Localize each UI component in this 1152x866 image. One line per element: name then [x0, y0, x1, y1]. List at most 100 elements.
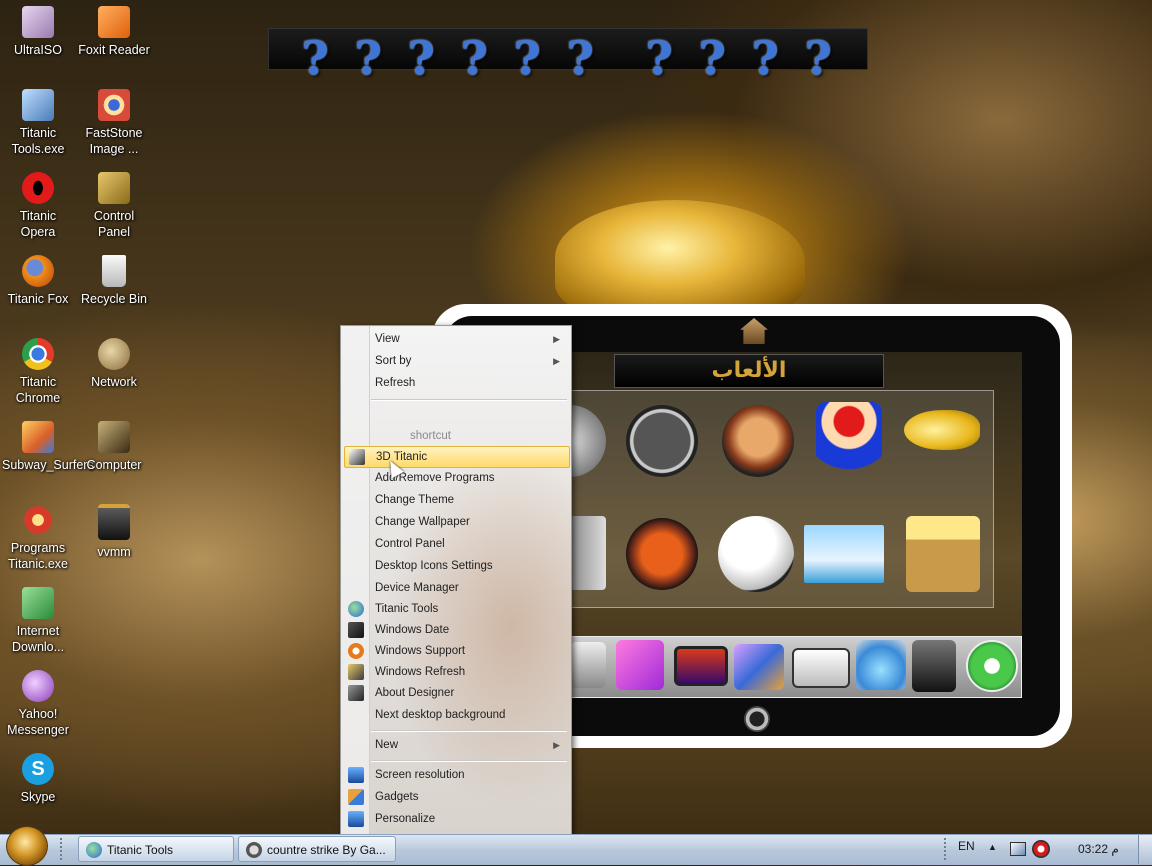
- game-icon[interactable]: [570, 516, 606, 590]
- desktop-icon-label: Skype: [20, 790, 56, 804]
- gamepad-icon[interactable]: [570, 642, 606, 688]
- monitor-icon[interactable]: [674, 646, 728, 686]
- language-indicator[interactable]: EN: [958, 839, 975, 853]
- menu-separator: [371, 760, 567, 762]
- question-mark-icon[interactable]: ?: [297, 30, 333, 86]
- gift-box-icon[interactable]: [616, 640, 664, 690]
- question-mark-icon[interactable]: ?: [350, 30, 386, 86]
- menu-item-label: Sort by: [375, 355, 412, 367]
- menu-item-windows-date[interactable]: Windows Date: [344, 620, 568, 640]
- taskbar-button-titanic-tools[interactable]: Titanic Tools: [78, 836, 234, 862]
- show-desktop-button[interactable]: [1138, 835, 1152, 864]
- network-icon: [98, 338, 130, 370]
- menu-item-titanic-tools[interactable]: Titanic Tools: [344, 599, 568, 619]
- desktop-icon-programs-titanic[interactable]: Programs Titanic.exe: [2, 504, 74, 572]
- menu-item-sort-by[interactable]: Sort by ▶: [344, 351, 568, 371]
- desktop-icon-yahoo-messenger[interactable]: Yahoo! Messenger: [2, 670, 74, 738]
- desktop-icon-titanic-fox[interactable]: Titanic Fox: [2, 255, 74, 307]
- desktop-icon-subway-surfers[interactable]: Subway_Surfers: [2, 421, 94, 473]
- desktop-icon-computer[interactable]: Computer: [78, 421, 150, 473]
- clock[interactable]: 03:22 م: [1078, 842, 1119, 856]
- question-mark-icon[interactable]: ?: [456, 30, 492, 86]
- taskbar-button-counter-strike[interactable]: countre strike By Ga...: [238, 836, 396, 862]
- soccer-ball-game-icon[interactable]: [718, 516, 794, 592]
- menu-item-refresh[interactable]: Refresh: [344, 373, 568, 393]
- zed-game-icon[interactable]: [804, 525, 884, 583]
- firefox-icon: [22, 255, 54, 287]
- volume-tray-icon[interactable]: [1032, 840, 1050, 858]
- power-icon[interactable]: [744, 706, 770, 732]
- menu-item-control-panel[interactable]: Control Panel: [344, 534, 568, 554]
- yahoo-icon: [22, 670, 54, 702]
- treasure-chest-game-icon[interactable]: [906, 516, 980, 592]
- submenu-arrow-icon: ▶: [553, 356, 560, 366]
- desktop-icon-titanic-tools[interactable]: Titanic Tools.exe: [2, 89, 74, 157]
- question-mark-icon[interactable]: ?: [509, 30, 545, 86]
- desktop-icon-internet-download[interactable]: Internet Downlo...: [2, 587, 74, 655]
- menu-item-windows-refresh[interactable]: Windows Refresh: [344, 662, 568, 682]
- download-icon: [22, 587, 54, 619]
- menu-item-desktop-icons-settings[interactable]: Desktop Icons Settings: [344, 556, 568, 576]
- desktop-icon-label: vvmm: [97, 545, 131, 559]
- menu-item-windows-support[interactable]: Windows Support: [344, 641, 568, 661]
- desktop-icon-ultraiso[interactable]: UltraISO: [2, 6, 74, 58]
- desktop-icon-recycle-bin[interactable]: Recycle Bin: [78, 255, 150, 307]
- menu-item-about-designer[interactable]: About Designer: [344, 683, 568, 703]
- question-mark-icon[interactable]: ?: [403, 30, 439, 86]
- question-mark-icon[interactable]: ?: [562, 30, 598, 86]
- menu-item-device-manager[interactable]: Device Manager: [344, 578, 568, 598]
- game-icon[interactable]: [626, 405, 698, 477]
- subway-surfers-icon: [22, 421, 54, 453]
- question-mark-icon[interactable]: ?: [641, 30, 677, 86]
- photos-icon[interactable]: [734, 644, 784, 690]
- desktop-icon-skype[interactable]: S Skype: [2, 753, 74, 805]
- show-hidden-icons-button[interactable]: ▲: [988, 842, 997, 852]
- tools-icon: [22, 89, 54, 121]
- desktop-icon-faststone[interactable]: FastStone Image ...: [78, 89, 150, 157]
- menu-item-label: shortcut: [410, 430, 451, 442]
- folder-icon: [98, 504, 130, 540]
- 3d-titanic-icon: [349, 449, 365, 465]
- home-icon[interactable]: [966, 640, 1018, 692]
- crash-game-icon[interactable]: [626, 518, 698, 590]
- desktop-icon-titanic-opera[interactable]: Titanic Opera: [2, 172, 74, 240]
- control-panel-icon: [98, 172, 130, 204]
- mario-game-icon[interactable]: [816, 402, 882, 480]
- wallpapers-icon[interactable]: [792, 648, 850, 688]
- recycle-bin-icon: [102, 255, 126, 287]
- menu-item-gadgets[interactable]: Gadgets: [344, 787, 568, 807]
- desktop-icon-titanic-chrome[interactable]: Titanic Chrome: [2, 338, 74, 406]
- designer-icon: [348, 685, 364, 701]
- question-mark-icon[interactable]: ?: [694, 30, 730, 86]
- menu-item-view[interactable]: View ▶: [344, 329, 568, 349]
- desktop-icon-control-panel[interactable]: Control Panel: [78, 172, 150, 240]
- menu-item-new[interactable]: New ▶: [344, 735, 568, 755]
- start-button[interactable]: [6, 826, 48, 866]
- menu-item-change-theme[interactable]: Change Theme: [344, 490, 568, 510]
- menu-item-next-desktop-background[interactable]: Next desktop background: [344, 705, 568, 725]
- menu-item-change-wallpaper[interactable]: Change Wallpaper: [344, 512, 568, 532]
- question-mark-icon[interactable]: ?: [800, 30, 836, 86]
- menu-item-label: New: [375, 739, 399, 751]
- taskbar-button-label: Titanic Tools: [107, 843, 174, 857]
- desktop-icon-foxit-reader[interactable]: Foxit Reader: [78, 6, 150, 58]
- menu-item-label: Windows Support: [375, 645, 466, 657]
- menu-item-label: Change Theme: [375, 494, 455, 506]
- menu-item-label: Desktop Icons Settings: [375, 560, 493, 572]
- menu-item-add-remove-programs[interactable]: Add/Remove Programs: [344, 468, 568, 488]
- game-icon[interactable]: [722, 405, 794, 477]
- desktop-icon-vvmm[interactable]: vvmm: [78, 504, 150, 560]
- menu-item-personalize[interactable]: Personalize: [344, 809, 568, 829]
- themes-icon[interactable]: [856, 640, 906, 690]
- fish-game-icon[interactable]: [904, 410, 980, 450]
- menu-item-screen-resolution[interactable]: Screen resolution: [344, 765, 568, 785]
- desktop-icon-network[interactable]: Network: [78, 338, 150, 390]
- network-tray-icon[interactable]: [1010, 842, 1026, 856]
- menu-item-3d-titanic[interactable]: 3D Titanic: [344, 446, 570, 468]
- programs-icon: [22, 504, 54, 536]
- menu-item-shortcut[interactable]: shortcut: [344, 426, 568, 446]
- menu-item-label: Refresh: [375, 377, 416, 389]
- question-mark-icon[interactable]: ?: [747, 30, 783, 86]
- user-folder-icon[interactable]: [912, 640, 956, 692]
- tray-grip: [944, 838, 950, 860]
